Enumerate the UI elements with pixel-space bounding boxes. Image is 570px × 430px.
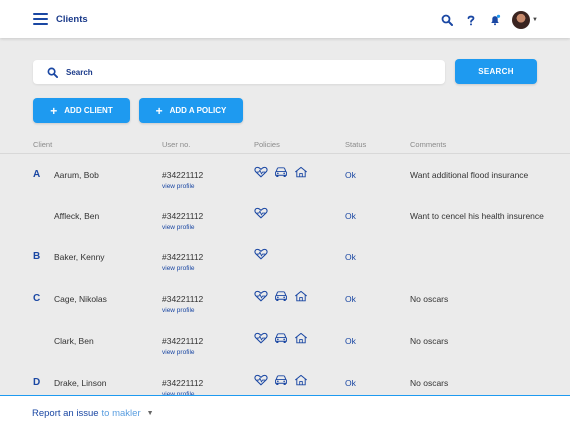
alpha-group-letter: A — [33, 169, 41, 180]
alpha-group-letter: D — [33, 377, 41, 388]
table-row[interactable]: C Cage, Nikolas #34221112 view profile Ok No … — [0, 290, 570, 333]
home-policy-icon[interactable] — [294, 331, 308, 349]
view-profile-link[interactable]: view profile — [162, 265, 195, 272]
table-row[interactable]: Clark, Ben #34221112 view profile Ok No osca… — [0, 332, 570, 375]
car-policy-icon[interactable] — [274, 331, 288, 349]
user-number: #34221112 — [162, 211, 204, 221]
table-row[interactable]: Affleck, Ben #34221112 view profile Ok Want … — [0, 207, 570, 250]
policy-icons — [254, 206, 268, 224]
car-policy-icon[interactable] — [274, 165, 288, 183]
view-profile-link[interactable]: view profile — [162, 183, 195, 190]
health-policy-icon[interactable] — [254, 165, 268, 183]
top-bar: Clients ▼ — [0, 0, 570, 38]
add-policy-button[interactable]: + ADD A POLICY — [139, 98, 243, 123]
column-header-status[interactable]: Status — [345, 140, 366, 149]
policy-icons — [254, 289, 308, 307]
comment-text: No oscars — [410, 378, 449, 388]
client-name[interactable]: Baker, Kenny — [54, 252, 105, 262]
add-policy-label: ADD A POLICY — [169, 106, 227, 115]
header-actions: ▼ — [440, 10, 538, 30]
alpha-group-letter: C — [33, 293, 41, 304]
search-input[interactable] — [66, 67, 426, 77]
health-policy-icon[interactable] — [254, 373, 268, 391]
table-row[interactable]: B Baker, Kenny #34221112 view profile Ok — [0, 248, 570, 291]
search-icon[interactable] — [440, 13, 454, 27]
user-number: #34221112 — [162, 252, 204, 262]
health-policy-icon[interactable] — [254, 331, 268, 349]
comment-text: Want additional flood insurance — [410, 170, 529, 180]
column-header-comments[interactable]: Comments — [410, 140, 446, 149]
user-number: #34221112 — [162, 170, 204, 180]
user-number: #34221112 — [162, 294, 204, 304]
health-policy-icon[interactable] — [254, 247, 268, 265]
report-issue-label: Report an issue — [32, 408, 99, 419]
user-number: #34221112 — [162, 378, 204, 388]
client-name[interactable]: Clark, Ben — [54, 336, 94, 346]
table-row[interactable]: A Aarum, Bob #34221112 view profile Ok Want a… — [0, 166, 570, 209]
client-name[interactable]: Drake, Linson — [54, 378, 106, 388]
chevron-down-icon: ▼ — [146, 410, 154, 417]
car-policy-icon[interactable] — [274, 373, 288, 391]
car-policy-icon[interactable] — [274, 289, 288, 307]
help-icon[interactable] — [464, 13, 478, 27]
comment-text: No oscars — [410, 336, 449, 346]
status-value: Ok — [345, 378, 356, 388]
home-policy-icon[interactable] — [294, 289, 308, 307]
notification-bell-icon[interactable] — [488, 13, 502, 27]
plus-icon: + — [50, 103, 58, 118]
user-menu[interactable]: ▼ — [512, 11, 538, 29]
page-title: Clients — [56, 14, 88, 25]
header-divider — [0, 153, 570, 154]
view-profile-link[interactable]: view profile — [162, 349, 195, 356]
alpha-group-letter: B — [33, 251, 41, 262]
user-number: #34221112 — [162, 336, 204, 346]
add-client-label: ADD CLIENT — [64, 106, 113, 115]
report-issue-link[interactable]: Report an issue to makler ▼ — [32, 408, 154, 419]
policy-icons — [254, 165, 308, 183]
home-policy-icon[interactable] — [294, 165, 308, 183]
column-header-user-no[interactable]: User no. — [162, 140, 190, 149]
status-value: Ok — [345, 294, 356, 304]
search-icon — [47, 67, 58, 78]
add-client-button[interactable]: + ADD CLIENT — [33, 98, 130, 123]
column-header-client[interactable]: Client — [33, 140, 52, 149]
status-value: Ok — [345, 336, 356, 346]
avatar[interactable] — [512, 11, 531, 29]
footer: Report an issue to makler ▼ — [0, 395, 570, 430]
view-profile-link[interactable]: view profile — [162, 307, 195, 314]
health-policy-icon[interactable] — [254, 289, 268, 307]
search-button[interactable]: SEARCH — [455, 59, 537, 84]
plus-icon: + — [155, 103, 163, 118]
view-profile-link[interactable]: view profile — [162, 224, 195, 231]
status-value: Ok — [345, 170, 356, 180]
status-value: Ok — [345, 252, 356, 262]
client-name[interactable]: Affleck, Ben — [54, 211, 99, 221]
chevron-down-icon: ▼ — [532, 17, 538, 23]
menu-icon[interactable] — [33, 13, 48, 25]
column-header-policies[interactable]: Policies — [254, 140, 280, 149]
search-bar — [33, 60, 445, 84]
comment-text: Want to cencel his health insurence — [410, 211, 544, 221]
client-name[interactable]: Cage, Nikolas — [54, 294, 107, 304]
status-value: Ok — [345, 211, 356, 221]
health-policy-icon[interactable] — [254, 206, 268, 224]
comment-text: No oscars — [410, 294, 449, 304]
client-name[interactable]: Aarum, Bob — [54, 170, 99, 180]
policy-icons — [254, 247, 268, 265]
policy-icons — [254, 373, 308, 391]
home-policy-icon[interactable] — [294, 373, 308, 391]
report-issue-target: to makler — [101, 408, 141, 419]
policy-icons — [254, 331, 308, 349]
